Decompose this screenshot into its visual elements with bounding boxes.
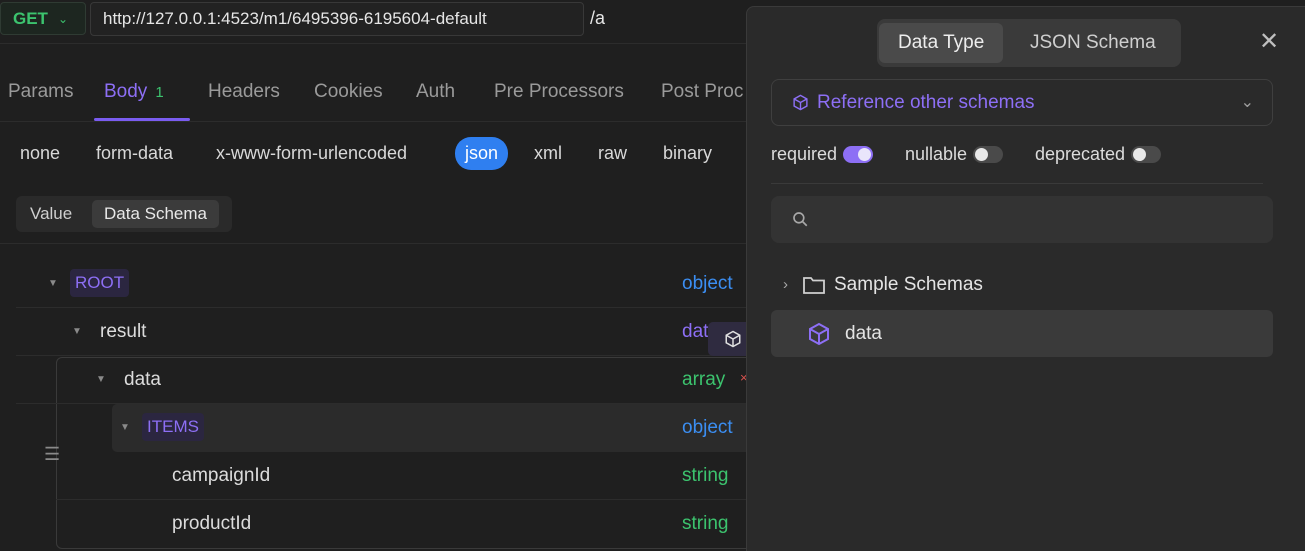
schema-search-input[interactable]	[771, 196, 1273, 243]
deprecated-label: deprecated	[1035, 144, 1126, 164]
body-count-badge: 1	[155, 84, 164, 101]
body-type-none[interactable]: none	[20, 143, 60, 164]
caret-down-icon[interactable]: ▼	[96, 374, 106, 385]
cube-icon	[793, 94, 808, 111]
caret-down-icon[interactable]: ▼	[48, 278, 58, 289]
panel-tab-switch: Data Type JSON Schema	[877, 19, 1181, 67]
tab-headers[interactable]: Headers	[208, 81, 280, 103]
url-path[interactable]: /a	[590, 8, 605, 29]
search-icon	[793, 212, 808, 227]
tab-body-label: Body	[104, 81, 148, 102]
tab-post-processors[interactable]: Post Proc	[661, 81, 743, 103]
nullable-label: nullable	[905, 144, 968, 164]
schema-node-type[interactable]: string	[682, 513, 728, 535]
data-type-popover: Data Type JSON Schema ✕ Reference other …	[746, 6, 1305, 551]
tab-body[interactable]: Body 1	[104, 81, 164, 103]
schema-row-result[interactable]: ▼ result dat	[16, 308, 760, 356]
schema-row-productid[interactable]: productId string	[56, 500, 756, 548]
nullable-toggle[interactable]	[973, 146, 1004, 163]
schema-node-name: result	[100, 321, 147, 342]
divider	[0, 43, 760, 44]
body-type-json[interactable]: json	[455, 137, 509, 170]
schema-row-campaignid[interactable]: campaignId string	[56, 452, 756, 500]
divider	[0, 243, 760, 244]
divider	[771, 183, 1263, 184]
cube-icon	[809, 322, 829, 345]
view-toggle: Value Data Schema	[16, 196, 232, 232]
schema-item-label: data	[845, 322, 882, 344]
schema-node-type[interactable]: object	[682, 417, 733, 439]
reference-label: Reference other schemas	[817, 91, 1035, 113]
caret-down-icon[interactable]: ▼	[120, 422, 130, 433]
url-input[interactable]: http://127.0.0.1:4523/m1/6495396-6195604…	[90, 2, 584, 36]
schema-row-items[interactable]: ▼ ITEMS object	[16, 404, 760, 452]
value-view-button[interactable]: Value	[18, 200, 84, 228]
tab-auth[interactable]: Auth	[416, 81, 455, 103]
schema-view-button[interactable]: Data Schema	[92, 200, 219, 228]
schema-node-type[interactable]: array	[682, 369, 725, 391]
schema-node-type[interactable]: string	[682, 465, 728, 487]
folder-label: Sample Schemas	[834, 273, 983, 295]
tab-data-type[interactable]: Data Type	[879, 23, 1004, 63]
required-toggle[interactable]	[843, 146, 874, 163]
deprecated-flag: deprecated	[1035, 144, 1162, 165]
schema-node-name: ITEMS	[142, 413, 204, 441]
folder-icon	[803, 276, 825, 294]
chevron-down-icon: ⌄	[57, 11, 69, 26]
chevron-right-icon[interactable]: ›	[783, 276, 788, 293]
close-icon[interactable]: ✕	[1259, 27, 1279, 56]
caret-down-icon[interactable]: ▼	[72, 326, 82, 337]
nullable-flag: nullable	[905, 144, 1004, 165]
schema-node-name: data	[124, 369, 161, 390]
body-type-raw[interactable]: raw	[598, 143, 627, 164]
method-label: GET	[13, 8, 48, 28]
method-select[interactable]: GET ⌄	[0, 2, 86, 35]
body-type-binary[interactable]: binary	[663, 143, 712, 164]
schema-node-name: productId	[172, 513, 252, 534]
tab-json-schema[interactable]: JSON Schema	[1011, 23, 1175, 63]
schema-node-type[interactable]: object	[682, 273, 733, 295]
schema-item-data[interactable]: data	[771, 310, 1273, 357]
tab-cookies[interactable]: Cookies	[314, 81, 383, 103]
body-type-urlencoded[interactable]: x-www-form-urlencoded	[216, 143, 407, 164]
required-label: required	[771, 144, 838, 164]
chevron-down-icon: ⌄	[1240, 94, 1254, 111]
divider	[0, 121, 760, 122]
schema-folder-item[interactable]: › Sample Schemas	[771, 261, 1273, 308]
body-type-xml[interactable]: xml	[534, 143, 562, 164]
schema-node-name: campaignId	[172, 465, 271, 486]
deprecated-toggle[interactable]	[1131, 146, 1162, 163]
reference-schema-select[interactable]: Reference other schemas ⌄	[771, 79, 1273, 126]
schema-row-data[interactable]: ▼ data array	[16, 356, 760, 404]
tab-params[interactable]: Params	[8, 81, 73, 103]
schema-node-name: ROOT	[70, 269, 130, 297]
schema-row-root[interactable]: ▼ ROOT object	[16, 260, 760, 308]
required-flag: required	[771, 144, 874, 165]
body-type-form-data[interactable]: form-data	[96, 143, 173, 164]
tab-pre-processors[interactable]: Pre Processors	[494, 81, 624, 103]
schema-node-type[interactable]: dat	[682, 321, 708, 343]
